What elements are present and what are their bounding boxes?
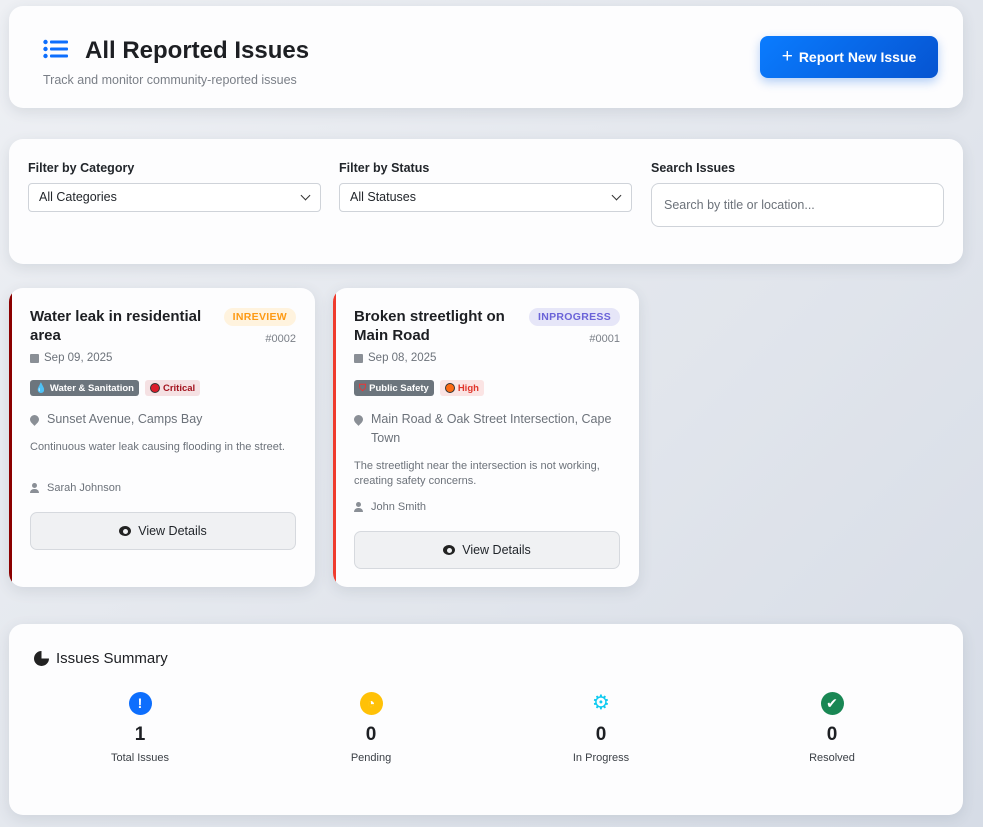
pie-chart-icon xyxy=(34,651,49,666)
issue-location: Sunset Avenue, Camps Bay xyxy=(47,412,203,426)
search-input[interactable] xyxy=(651,183,944,227)
issue-card: Water leak in residential area INREVIEW … xyxy=(9,288,315,587)
status-filter-label: Filter by Status xyxy=(339,161,430,175)
stat-label: Pending xyxy=(350,752,392,764)
priority-dot-icon xyxy=(149,383,160,393)
chevron-down-icon xyxy=(611,190,622,201)
eye-icon xyxy=(443,545,456,555)
summary-stat: ◔ 0 Pending xyxy=(291,692,451,764)
droplet-icon: 💧 xyxy=(35,382,47,394)
location-pin-icon xyxy=(352,413,365,426)
cogs-icon: ⚙ xyxy=(592,692,610,714)
issue-description: The streetlight near the intersection is… xyxy=(354,460,600,487)
issue-reporter: John Smith xyxy=(371,501,427,513)
category-badge: ⛉ Public Safety xyxy=(354,380,434,396)
issues-summary: Issues Summary ! 1 Total Issues ◔ 0 Pendi… xyxy=(9,624,963,815)
stat-label: Resolved xyxy=(809,752,855,764)
summary-stat: ! 1 Total Issues xyxy=(60,692,220,764)
check-circle-icon: ✔ xyxy=(820,692,844,715)
location-pin-icon xyxy=(28,413,41,426)
status-select[interactable]: All Statuses xyxy=(339,183,632,212)
issue-id: #0001 xyxy=(589,333,620,345)
category-filter-label: Filter by Category xyxy=(28,161,135,175)
priority-badge: High xyxy=(439,380,484,396)
page-subtitle: Track and monitor community-reported iss… xyxy=(43,73,297,87)
chevron-down-icon xyxy=(300,190,311,201)
user-icon xyxy=(354,502,363,512)
issue-card: Broken streetlight on Main Road INPROGRE… xyxy=(333,288,639,587)
shield-icon: ⛉ xyxy=(359,382,367,394)
issue-title: Broken streetlight on Main Road xyxy=(354,308,505,344)
stat-value: 0 xyxy=(365,724,377,745)
priority-badge: Critical xyxy=(144,380,201,396)
summary-stat: ✔ 0 Resolved xyxy=(752,692,912,764)
issue-date: Sep 09, 2025 xyxy=(44,352,113,364)
status-badge: INPROGRESS xyxy=(528,308,620,326)
issue-id: #0002 xyxy=(265,333,296,345)
issue-location: Main Road & Oak Street Intersection, Cap… xyxy=(371,412,612,445)
view-details-button[interactable]: View Details xyxy=(354,531,620,569)
issue-date: Sep 08, 2025 xyxy=(368,352,437,364)
issue-reporter: Sarah Johnson xyxy=(47,482,121,494)
stat-label: In Progress xyxy=(572,752,630,764)
view-details-button[interactable]: View Details xyxy=(30,512,296,550)
page-title: All Reported Issues xyxy=(85,37,310,64)
category-select[interactable]: All Categories xyxy=(28,183,321,212)
clock-icon: ◔ xyxy=(359,692,383,715)
summary-title: Issues Summary xyxy=(56,650,168,667)
status-badge: INREVIEW xyxy=(223,308,296,326)
filter-panel: Filter by Category All Categories Filter… xyxy=(9,139,963,264)
stat-value: 0 xyxy=(595,724,607,745)
stat-value: 0 xyxy=(826,724,838,745)
stat-label: Total Issues xyxy=(110,752,170,764)
user-icon xyxy=(30,483,39,493)
summary-stat: ⚙ 0 In Progress xyxy=(521,692,681,764)
report-new-issue-button[interactable]: + Report New Issue xyxy=(760,36,938,78)
category-badge: 💧 Water & Sanitation xyxy=(30,380,139,396)
issue-title: Water leak in residential area xyxy=(30,308,202,344)
list-icon xyxy=(43,39,68,59)
eye-icon xyxy=(119,526,132,536)
exclamation-circle-icon: ! xyxy=(128,692,152,715)
stat-value: 1 xyxy=(134,724,146,745)
page-header: All Reported Issues Track and monitor co… xyxy=(9,6,963,108)
plus-icon: + xyxy=(781,46,793,67)
calendar-icon xyxy=(30,353,39,363)
priority-dot-icon xyxy=(444,383,455,393)
issue-description: Continuous water leak causing flooding i… xyxy=(30,441,285,453)
search-label: Search Issues xyxy=(651,161,736,175)
calendar-icon xyxy=(354,353,363,363)
